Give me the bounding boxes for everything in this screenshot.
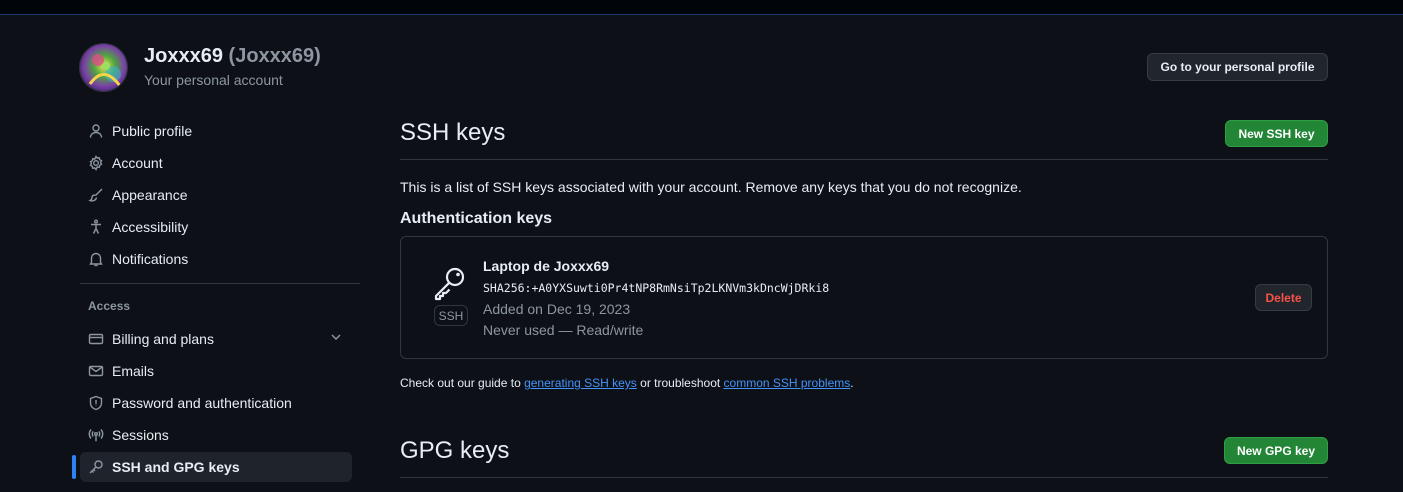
sidebar-item-label: SSH and GPG keys [112, 459, 240, 475]
sidebar-item-label: Appearance [112, 187, 188, 203]
sidebar-divider [80, 283, 360, 284]
authentication-keys-heading: Authentication keys [400, 210, 553, 227]
paintbrush-icon [88, 187, 104, 203]
avatar[interactable] [79, 43, 128, 92]
ssh-type-badge: SSH [434, 305, 468, 326]
generating-ssh-keys-link[interactable]: generating SSH keys [524, 376, 637, 390]
ssh-keys-heading: SSH keys [400, 119, 506, 146]
ssh-guide-text: Check out our guide to generating SSH ke… [400, 376, 854, 390]
gpg-keys-heading: GPG keys [400, 437, 510, 464]
key-added-date: Added on Dec 19, 2023 [483, 301, 631, 317]
key-icon [434, 267, 465, 301]
sidebar-section-access: Access [88, 299, 131, 313]
ssh-key-list-item: SSH Laptop de Joxxx69 SHA256:+A0YXSuwti0… [400, 236, 1328, 359]
go-to-profile-button[interactable]: Go to your personal profile [1147, 53, 1328, 81]
common-ssh-problems-link[interactable]: common SSH problems [724, 376, 851, 390]
sidebar-item-ssh-gpg-keys[interactable]: SSH and GPG keys [80, 452, 352, 482]
broadcast-icon [88, 427, 104, 443]
shield-icon [88, 395, 104, 411]
ssh-description: This is a list of SSH keys associated wi… [400, 179, 1022, 195]
sidebar-item-account[interactable]: Account [80, 148, 352, 178]
credit-card-icon [88, 331, 104, 347]
sidebar-item-label: Password and authentication [112, 395, 292, 411]
bell-icon [88, 251, 104, 267]
key-fingerprint: SHA256:+A0YXSuwti0Pr4tNP8RmNsiTp2LKNVm3k… [483, 281, 830, 295]
user-login: (Joxxx69) [228, 45, 321, 67]
sidebar-item-label: Sessions [112, 427, 169, 443]
mail-icon [88, 363, 104, 379]
sidebar-item-sessions[interactable]: Sessions [80, 420, 352, 450]
ssh-heading-divider [400, 159, 1328, 160]
sidebar-item-emails[interactable]: Emails [80, 356, 352, 386]
sidebar-item-label: Notifications [112, 251, 189, 267]
sidebar-item-password-auth[interactable]: Password and authentication [80, 388, 352, 418]
sidebar-item-accessibility[interactable]: Accessibility [80, 212, 352, 242]
sidebar-item-billing[interactable]: Billing and plans [80, 324, 352, 354]
sidebar-item-label: Accessibility [112, 219, 189, 235]
gpg-heading-divider [400, 477, 1328, 478]
guide-prefix: Check out our guide to [400, 376, 525, 390]
key-icon [88, 459, 104, 475]
chevron-down-icon[interactable] [329, 330, 343, 344]
key-title: Laptop de Joxxx69 [483, 258, 610, 274]
account-type-label: Your personal account [144, 72, 283, 88]
sidebar-item-label: Public profile [112, 123, 193, 139]
accessibility-icon [88, 219, 104, 235]
sidebar-item-label: Billing and plans [112, 331, 214, 347]
sidebar-item-public-profile[interactable]: Public profile [80, 116, 352, 146]
guide-middle: or troubleshoot [636, 376, 724, 390]
sidebar-item-appearance[interactable]: Appearance [80, 180, 352, 210]
user-display-name: Joxxx69 (Joxxx69) [144, 45, 321, 68]
key-usage-status: Never used — Read/write [483, 322, 644, 338]
active-indicator [72, 455, 76, 479]
sidebar-item-label: Account [112, 155, 163, 171]
sidebar-item-notifications[interactable]: Notifications [80, 244, 352, 274]
gear-icon [88, 155, 104, 171]
delete-key-button[interactable]: Delete [1255, 284, 1312, 311]
person-icon [88, 123, 104, 139]
new-gpg-key-button[interactable]: New GPG key [1224, 437, 1328, 464]
top-header-bar [0, 0, 1403, 15]
new-ssh-key-button[interactable]: New SSH key [1225, 120, 1328, 147]
user-name: Joxxx69 [144, 45, 223, 67]
guide-suffix: . [850, 376, 854, 390]
sidebar-item-label: Emails [112, 363, 155, 379]
